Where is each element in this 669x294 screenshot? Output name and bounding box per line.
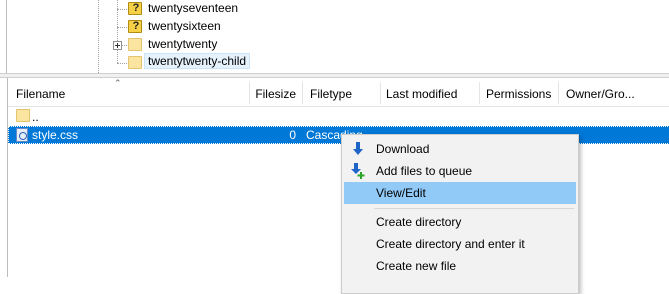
column-header-owner-group[interactable]: Owner/Gro... xyxy=(558,80,669,106)
pane-border xyxy=(6,0,7,73)
file-name: style.css xyxy=(32,128,79,142)
menu-item-label: Add files to queue xyxy=(376,164,473,178)
tree-item-twentytwenty-child[interactable]: twentytwenty-child xyxy=(144,53,251,69)
tree-guide-line xyxy=(117,27,127,28)
question-folder-icon: ? xyxy=(128,20,142,33)
file-size: 0 xyxy=(289,128,296,142)
column-header-filetype[interactable]: Filetype xyxy=(302,80,380,106)
menu-item-create-directory-and-enter[interactable]: Create directory and enter it xyxy=(344,233,576,255)
folder-icon xyxy=(128,56,142,69)
tree-guide-line xyxy=(117,63,127,64)
directory-tree[interactable]: ? twentyseventeen ? twentysixteen twenty… xyxy=(0,0,669,73)
file-list-header: ⌃ Filename Filesize Filetype Last modifi… xyxy=(8,78,669,107)
menu-separator xyxy=(374,208,574,209)
column-header-last-modified[interactable]: Last modified xyxy=(378,80,478,106)
column-header-permissions[interactable]: Permissions xyxy=(478,80,558,106)
add-to-queue-icon xyxy=(351,163,365,179)
menu-item-label: Create new file xyxy=(376,259,457,273)
menu-item-label: View/Edit xyxy=(376,186,426,200)
menu-item-add-files-to-queue[interactable]: Add files to queue xyxy=(344,160,576,182)
column-header-filename[interactable]: Filename xyxy=(8,80,248,106)
folder-icon xyxy=(16,109,30,122)
menu-item-download[interactable]: Download xyxy=(344,138,576,160)
menu-item-label: Create directory and enter it xyxy=(376,237,525,251)
question-folder-icon: ? xyxy=(128,2,142,15)
menu-item-label: Create directory xyxy=(376,215,462,229)
tree-item-twentyseventeen[interactable]: twentyseventeen xyxy=(148,1,238,15)
tree-guide-line xyxy=(117,9,127,10)
css-file-icon xyxy=(16,128,28,142)
tree-item-twentytwenty[interactable]: twentytwenty xyxy=(148,37,217,51)
context-menu: Download Add files to queue View/Edit Cr… xyxy=(341,134,579,294)
menu-item-create-directory[interactable]: Create directory xyxy=(344,211,576,233)
folder-icon xyxy=(128,38,142,51)
tree-guide-line xyxy=(98,0,99,73)
file-row-parent[interactable]: .. xyxy=(8,108,669,126)
tree-item-twentysixteen[interactable]: twentysixteen xyxy=(148,19,221,33)
menu-item-view-edit[interactable]: View/Edit xyxy=(344,182,576,204)
column-header-filesize[interactable]: Filesize xyxy=(250,80,302,106)
expand-plus-icon[interactable] xyxy=(113,41,122,50)
menu-item-create-new-file[interactable]: Create new file xyxy=(344,255,576,277)
download-arrow-icon xyxy=(353,142,363,155)
menu-item-label: Download xyxy=(376,142,430,156)
file-name: .. xyxy=(32,110,39,124)
